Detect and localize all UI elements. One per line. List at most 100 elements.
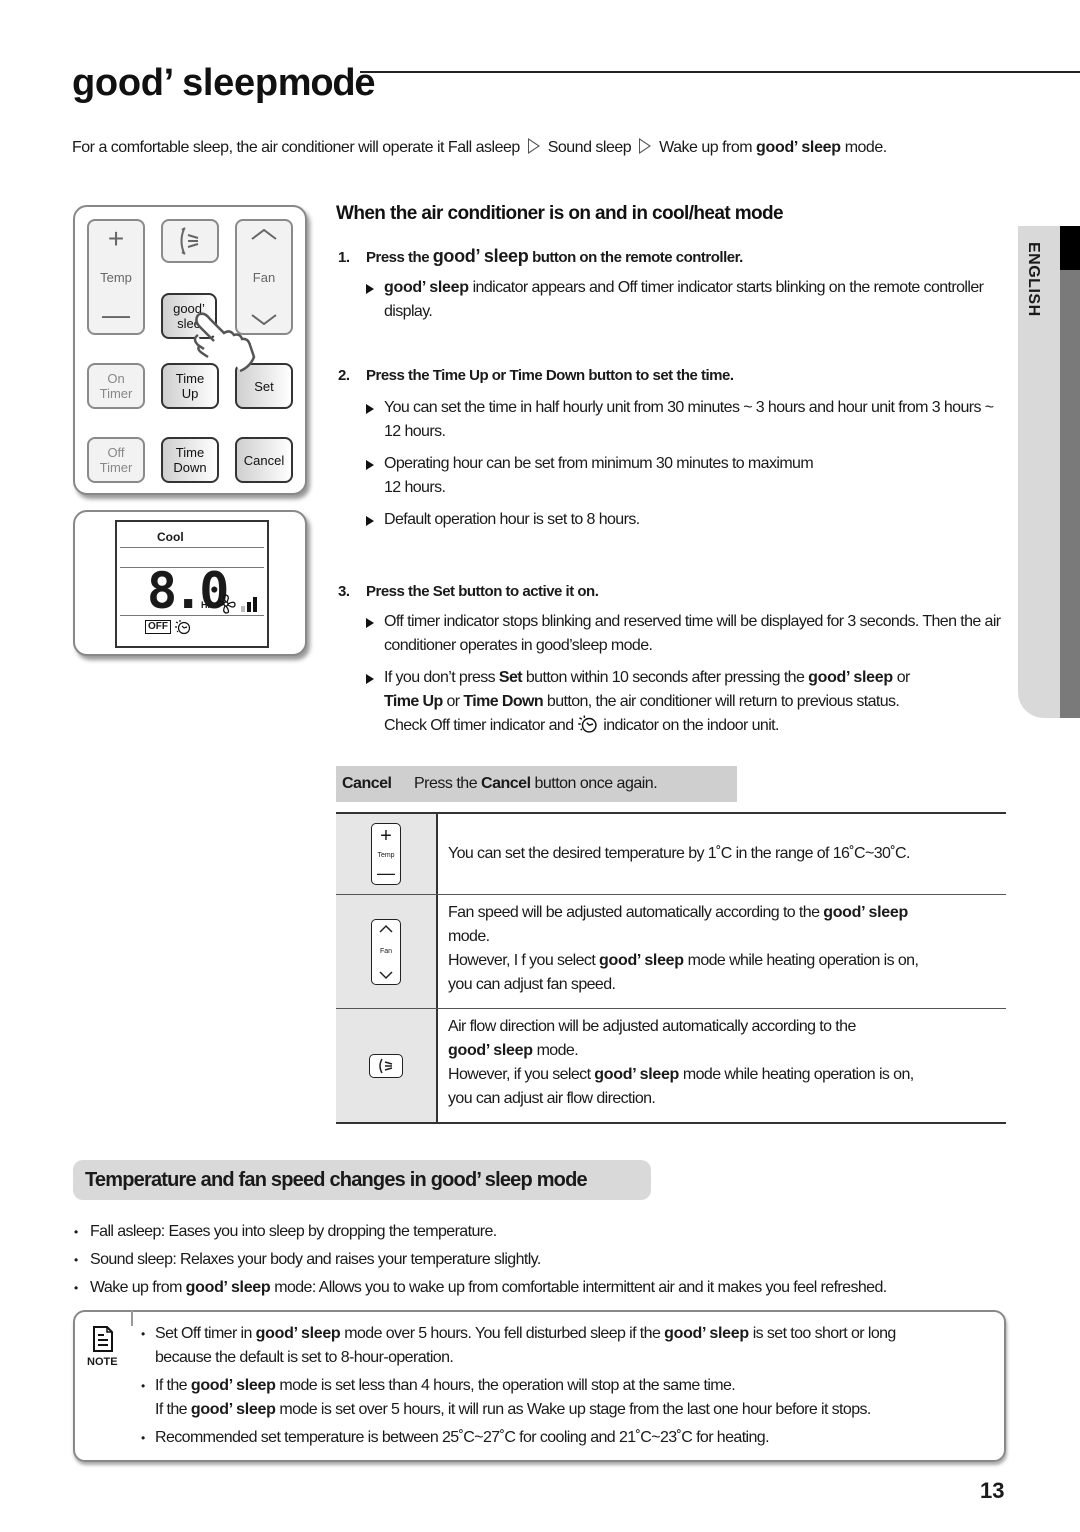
step-3-note: Off timer indicator stops blinking and r… [366,610,1006,658]
bullet-arrow-icon [366,460,374,470]
note-item: Set Off timer in good’ sleep mode over 5… [141,1322,896,1370]
heading-text: mode [536,1168,588,1191]
step-text: Press the Time Up or Time Down button to… [366,367,734,384]
list-text: Wake up from [90,1279,182,1296]
airflow-button-icon [369,1053,403,1078]
lcd-divider [120,615,264,616]
fan-icon [216,594,236,614]
cancel-instruction: Cancel Press the Cancel button once agai… [336,766,737,802]
title-suffix: mode [277,62,376,104]
table-text-cell: Air flow direction will be adjusted auto… [438,1009,1006,1122]
step-text: Press the Set button to active it on. [366,583,599,600]
table-text: mode while heating operation is on, [687,952,919,969]
remote-display-panel: Cool 8.0 HR OFF [73,510,307,656]
off-timer-indicator: OFF [145,620,171,634]
cancel-key-label: Cancel [342,775,392,792]
table-row: Air flow direction will be adjusted auto… [336,1008,1006,1122]
step-2-note: You can set the time in half hourly unit… [366,396,1006,444]
brand-good-sleep: good’ sleep [185,1279,271,1296]
note-text: or [896,669,911,686]
set-keyword: Set [498,669,523,686]
off-timer-button[interactable]: Off Timer [87,437,145,483]
bullet-arrow-icon [366,404,374,414]
table-text-cell: Fan speed will be adjusted automatically… [438,895,1006,1008]
intro-text: For a comfortable sleep, the air conditi… [72,138,887,157]
list-text: Sound sleep: Relaxes your body and raise… [90,1251,541,1268]
brand-good-sleep: good’ sleep [432,246,529,266]
heading-text: Temperature and fan speed changes in [85,1168,427,1191]
table-text: However, I f you select [448,952,596,969]
cancel-button[interactable]: Cancel [235,437,293,483]
brand-good-sleep: good’ sleep [664,1325,749,1342]
airflow-button[interactable] [161,219,219,263]
off-timer-label-2: Timer [99,460,133,475]
cancel-keyword: Cancel [481,775,531,792]
intro-stage2: Sound sleep [547,139,632,156]
note-item: If the good’ sleep mode is set less than… [141,1374,896,1422]
brand-good-sleep: good’ sleep [756,139,841,156]
lcd-divider [120,547,264,548]
note-divider [131,1310,133,1326]
temp-label: Temp [100,269,132,285]
table-text: Fan speed will be adjusted automatically… [448,904,820,921]
fan-level-bar [247,602,251,612]
brand-good-sleep: good’ sleep [448,1042,533,1059]
note-item: Recommended set temperature is between 2… [141,1426,896,1450]
bullet-arrow-icon [366,284,374,294]
chevron-up-icon [251,228,277,240]
step-number: 2. [338,367,350,384]
note-text: button within 10 seconds after pressing … [525,669,805,686]
on-timer-button[interactable]: On Timer [87,363,145,409]
fan-label: Fan [252,269,276,285]
cancel-text: button once again. [534,775,658,792]
table-text: However, if you select [448,1066,591,1083]
note-text: mode over 5 hours. You fell disturbed sl… [344,1325,661,1342]
pointing-hand-icon [193,312,256,373]
good-sleep-indicator-icon [175,620,191,635]
brand-good-sleep: good’ sleep [255,1325,341,1342]
table-text: you can adjust air flow direction. [448,1090,656,1107]
on-timer-label-1: On [107,371,125,386]
step-2-note: Default operation hour is set to 8 hours… [366,508,1006,532]
note-text: Default operation hour is set to 8 hours… [384,511,640,528]
bullet-arrow-icon [366,516,374,526]
time-down-label-2: Down [173,460,207,475]
table-text: You can set the desired temperature by 1… [448,845,910,862]
note-text: If the [155,1377,188,1394]
cancel-text: Press the [414,775,478,792]
button-behavior-table: + Temp — You can set the desired tempera… [336,812,1006,1124]
list-text: mode: Allows you to wake up from comfort… [274,1279,887,1296]
time-up-keyword: Time Up [384,693,443,710]
note-text: 12 hours. [384,479,446,496]
table-text: Air flow direction will be adjusted auto… [448,1018,856,1035]
note-text: because the default is set to 8-hour-ope… [155,1349,454,1366]
brand-good-sleep: good’ sleep [190,1401,276,1418]
time-down-button[interactable]: Time Down [161,437,219,483]
list-item: Wake up from good’ sleep mode: Allows yo… [74,1274,887,1302]
note-text: Recommended set temperature is between 2… [155,1429,770,1446]
table-icon-cell [336,1009,438,1122]
note-text: You can set the time in half hourly unit… [384,399,994,440]
off-timer-label-1: Off [107,445,125,460]
note-text: If you don’t press [384,669,496,686]
brand-good-sleep: good’ sleep [823,904,908,921]
step-3: 3. Press the Set button to active it on. [338,583,599,600]
fan-level-bar [253,597,257,612]
lcd-mode: Cool [157,530,184,544]
table-row: + Temp — You can set the desired tempera… [336,814,1006,894]
note-text: button, the air conditioner will return … [546,693,900,710]
note-text: Set Off timer in [155,1325,252,1342]
brand-good-sleep: good’ sleep [430,1168,533,1191]
note-text: or [446,693,461,710]
note-text: Off timer indicator stops blinking and r… [384,613,1001,654]
table-text: mode. [448,928,490,945]
temp-button[interactable]: + Temp — [87,219,145,335]
note-text: mode is set over 5 hours, it will run as… [279,1401,871,1418]
table-text-cell: You can set the desired temperature by 1… [438,814,1006,894]
note-text: mode is set less than 4 hours, the opera… [279,1377,736,1394]
temp-button-icon: + Temp — [371,823,401,885]
side-bar [1060,226,1080,718]
list-item: Fall asleep: Eases you into sleep by dro… [74,1218,887,1246]
table-text: mode. [536,1042,579,1059]
table-icon-cell: Fan [336,895,438,1008]
